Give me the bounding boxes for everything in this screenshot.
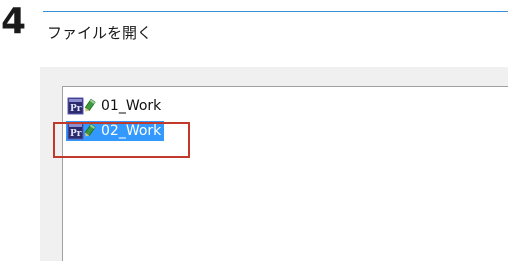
step-title: ファイルを開く	[47, 24, 153, 42]
premiere-project-icon: Pr	[66, 96, 100, 116]
svg-text:Pr: Pr	[70, 104, 82, 114]
file-list[interactable]: Pr 01_Work Pr 02_Work	[62, 86, 508, 261]
file-name: 01_Work	[101, 98, 162, 114]
svg-text:Pr: Pr	[70, 129, 82, 139]
file-list-item-selected[interactable]: Pr 02_Work	[66, 121, 165, 141]
premiere-project-icon: Pr	[66, 121, 100, 141]
step-divider	[43, 11, 508, 12]
file-list-item[interactable]: Pr 01_Work	[66, 96, 164, 116]
step-number: 4	[1, 1, 27, 42]
instruction-page: 4 ファイルを開く Pr 01_Work Pr 02_Work	[0, 0, 508, 261]
open-file-dialog: Pr 01_Work Pr 02_Work	[40, 67, 508, 261]
file-name: 02_Work	[100, 121, 165, 141]
